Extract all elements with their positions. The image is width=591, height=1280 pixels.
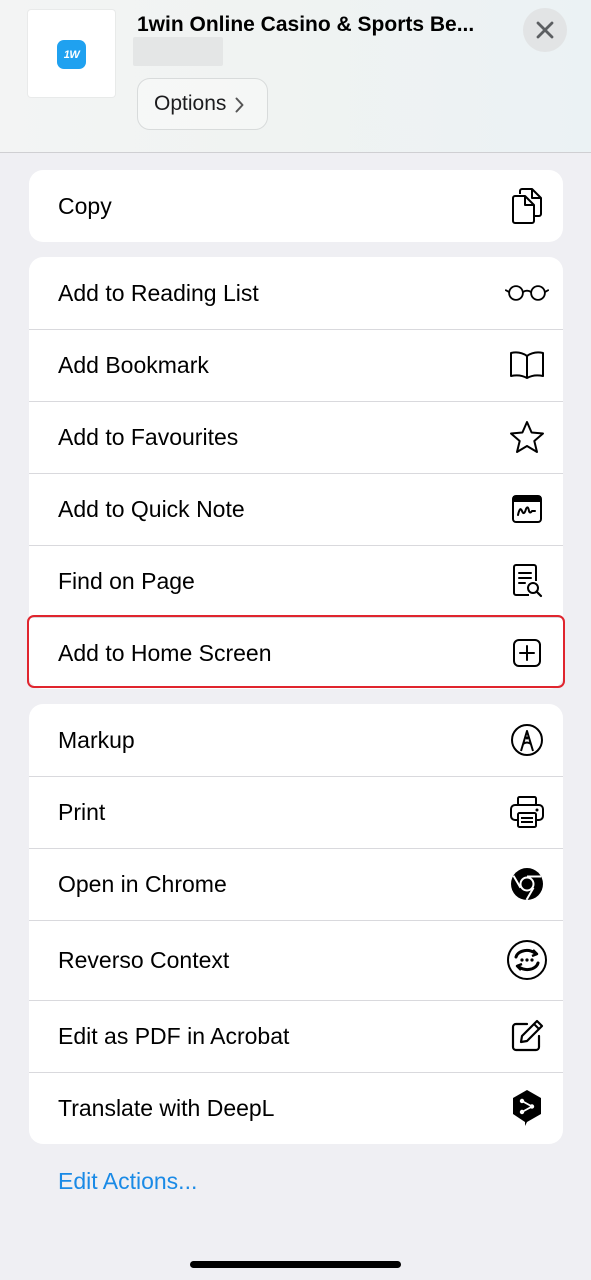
options-label: Options bbox=[154, 92, 227, 115]
close-button[interactable] bbox=[523, 8, 567, 52]
action-add-to-reading-list[interactable]: Add to Reading List bbox=[29, 257, 563, 329]
action-copy[interactable]: Copy bbox=[29, 170, 563, 242]
action-print[interactable]: Print bbox=[29, 776, 563, 848]
action-group-safari: Add to Reading List Add Bookmark Add to … bbox=[29, 257, 563, 689]
action-label: Edit as PDF in Acrobat bbox=[58, 1022, 290, 1049]
copy-icon bbox=[505, 184, 549, 228]
site-thumbnail: 1W bbox=[28, 10, 115, 97]
app-logo: 1W bbox=[57, 40, 86, 69]
glasses-icon bbox=[505, 271, 549, 315]
action-edit-pdf-acrobat[interactable]: Edit as PDF in Acrobat bbox=[29, 1000, 563, 1072]
quick-note-icon bbox=[505, 487, 549, 531]
edit-pencil-icon bbox=[505, 1014, 549, 1058]
plus-square-icon bbox=[505, 631, 549, 675]
action-label: Add to Home Screen bbox=[58, 639, 272, 666]
star-icon bbox=[505, 415, 549, 459]
book-icon bbox=[505, 343, 549, 387]
page-title: 1win Online Casino & Sports Be... bbox=[137, 13, 475, 36]
action-label: Add to Reading List bbox=[58, 279, 259, 306]
action-label: Add Bookmark bbox=[58, 351, 209, 378]
options-button[interactable]: Options bbox=[137, 78, 268, 130]
edit-actions-link[interactable]: Edit Actions... bbox=[58, 1168, 197, 1195]
action-find-on-page[interactable]: Find on Page bbox=[29, 545, 563, 617]
action-label: Reverso Context bbox=[58, 946, 230, 973]
action-label: Print bbox=[58, 798, 106, 825]
share-sheet-header: 1W 1win Online Casino & Sports Be... Opt… bbox=[0, 0, 591, 153]
find-on-page-icon bbox=[505, 559, 549, 603]
action-label: Find on Page bbox=[58, 567, 195, 594]
action-label: Add to Quick Note bbox=[58, 495, 245, 522]
url-redacted bbox=[133, 37, 223, 66]
action-label: Add to Favourites bbox=[58, 423, 239, 450]
reverso-icon bbox=[505, 938, 549, 982]
action-add-to-home-screen[interactable]: Add to Home Screen bbox=[29, 617, 563, 689]
chevron-right-icon bbox=[235, 97, 244, 112]
action-label: Copy bbox=[58, 192, 112, 219]
action-add-to-quick-note[interactable]: Add to Quick Note bbox=[29, 473, 563, 545]
deepl-icon bbox=[505, 1086, 549, 1130]
action-translate-deepl[interactable]: Translate with DeepL bbox=[29, 1072, 563, 1144]
home-indicator bbox=[190, 1261, 401, 1268]
action-add-bookmark[interactable]: Add Bookmark bbox=[29, 329, 563, 401]
action-add-to-favourites[interactable]: Add to Favourites bbox=[29, 401, 563, 473]
action-reverso-context[interactable]: Reverso Context bbox=[29, 920, 563, 1000]
chrome-icon bbox=[505, 862, 549, 906]
action-label: Markup bbox=[58, 726, 135, 753]
printer-icon bbox=[505, 790, 549, 834]
action-group-copy: Copy bbox=[29, 170, 563, 242]
action-group-extensions: Markup Print Open in Chrome Reverso Cont… bbox=[29, 704, 563, 1144]
markup-pen-icon bbox=[505, 718, 549, 762]
action-label: Translate with DeepL bbox=[58, 1094, 275, 1121]
close-icon bbox=[536, 21, 554, 39]
action-markup[interactable]: Markup bbox=[29, 704, 563, 776]
action-label: Open in Chrome bbox=[58, 870, 227, 897]
action-open-in-chrome[interactable]: Open in Chrome bbox=[29, 848, 563, 920]
